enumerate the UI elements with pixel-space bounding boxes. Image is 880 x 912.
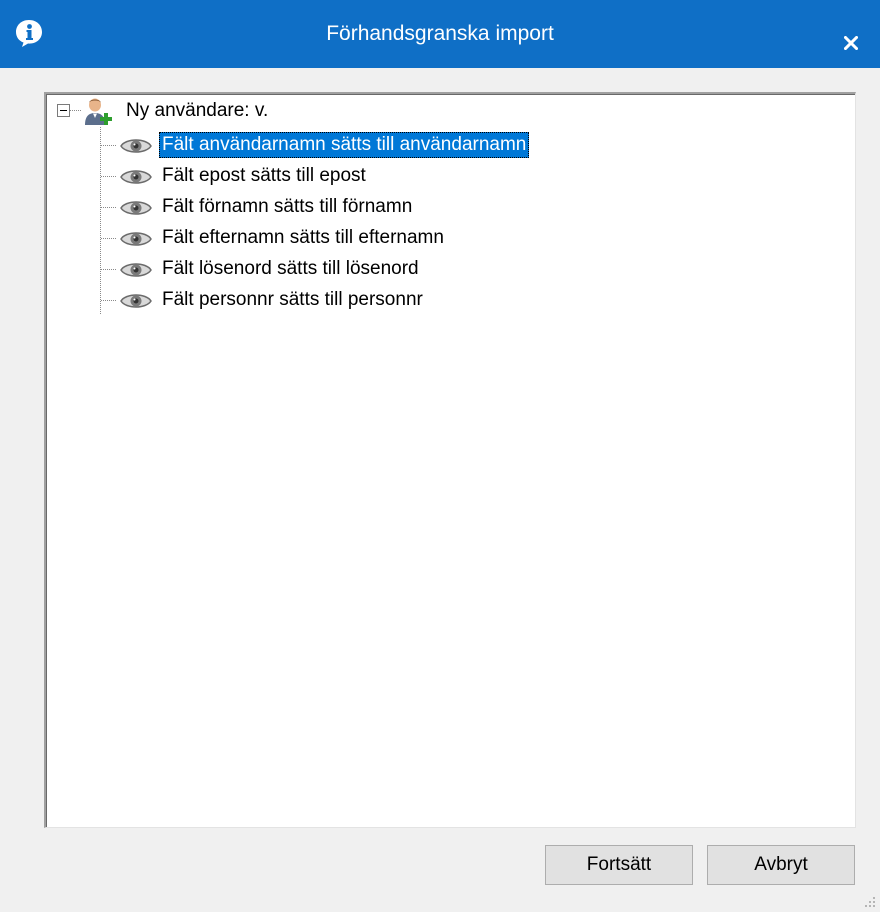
info-icon xyxy=(16,20,42,47)
tree-item-label: Fält personnr sätts till personnr xyxy=(162,289,423,310)
tree-item-username[interactable]: Fält användarnamn sätts till användarnam… xyxy=(119,130,719,161)
tree-item-email[interactable]: Fält epost sätts till epost xyxy=(119,161,719,192)
eye-icon xyxy=(120,201,152,215)
eye-icon xyxy=(120,139,152,153)
preview-import-dialog: Förhandsgranska import Ny användare: v. … xyxy=(0,0,880,912)
eye-icon xyxy=(120,294,152,308)
tree-connector xyxy=(101,176,117,177)
eye-icon xyxy=(120,232,152,246)
close-icon xyxy=(844,36,858,50)
add-user-icon xyxy=(85,98,112,125)
resize-grip-icon[interactable] xyxy=(862,894,878,910)
continue-button[interactable]: Fortsätt xyxy=(545,845,693,885)
tree-view-content: Ny användare: v. Fält användarnamn sätts… xyxy=(46,94,855,827)
tree-item-label: Fält efternamn sätts till efternamn xyxy=(162,227,444,248)
close-button[interactable] xyxy=(826,18,876,68)
tree-connector xyxy=(101,269,117,270)
tree-item-first-name[interactable]: Fält förnamn sätts till förnamn xyxy=(119,192,719,223)
tree-connector xyxy=(101,145,117,146)
tree-item-label: Fält användarnamn sätts till användarnam… xyxy=(159,132,530,158)
tree-connector xyxy=(101,238,117,239)
collapse-toggle[interactable] xyxy=(57,104,70,117)
tree-connector xyxy=(101,207,117,208)
tree-root-label: Ny användare: v. xyxy=(126,100,269,121)
preview-tree-view[interactable]: Ny användare: v. Fält användarnamn sätts… xyxy=(44,92,856,828)
title-bar[interactable]: Förhandsgranska import xyxy=(0,0,880,68)
tree-connector xyxy=(70,110,82,111)
cancel-button[interactable]: Avbryt xyxy=(707,845,855,885)
eye-icon xyxy=(120,170,152,184)
window-title: Förhandsgranska import xyxy=(326,22,554,45)
eye-icon xyxy=(120,263,152,277)
tree-item-label: Fält epost sätts till epost xyxy=(162,165,366,186)
tree-item-password[interactable]: Fält lösenord sätts till lösenord xyxy=(119,254,719,285)
tree-item-last-name[interactable]: Fält efternamn sätts till efternamn xyxy=(119,223,719,254)
tree-item-label: Fält förnamn sätts till förnamn xyxy=(162,196,413,217)
tree-connector xyxy=(101,300,117,301)
tree-item-label: Fält lösenord sätts till lösenord xyxy=(162,258,419,279)
tree-item-personal-number[interactable]: Fält personnr sätts till personnr xyxy=(119,285,719,316)
tree-connector xyxy=(100,127,101,314)
